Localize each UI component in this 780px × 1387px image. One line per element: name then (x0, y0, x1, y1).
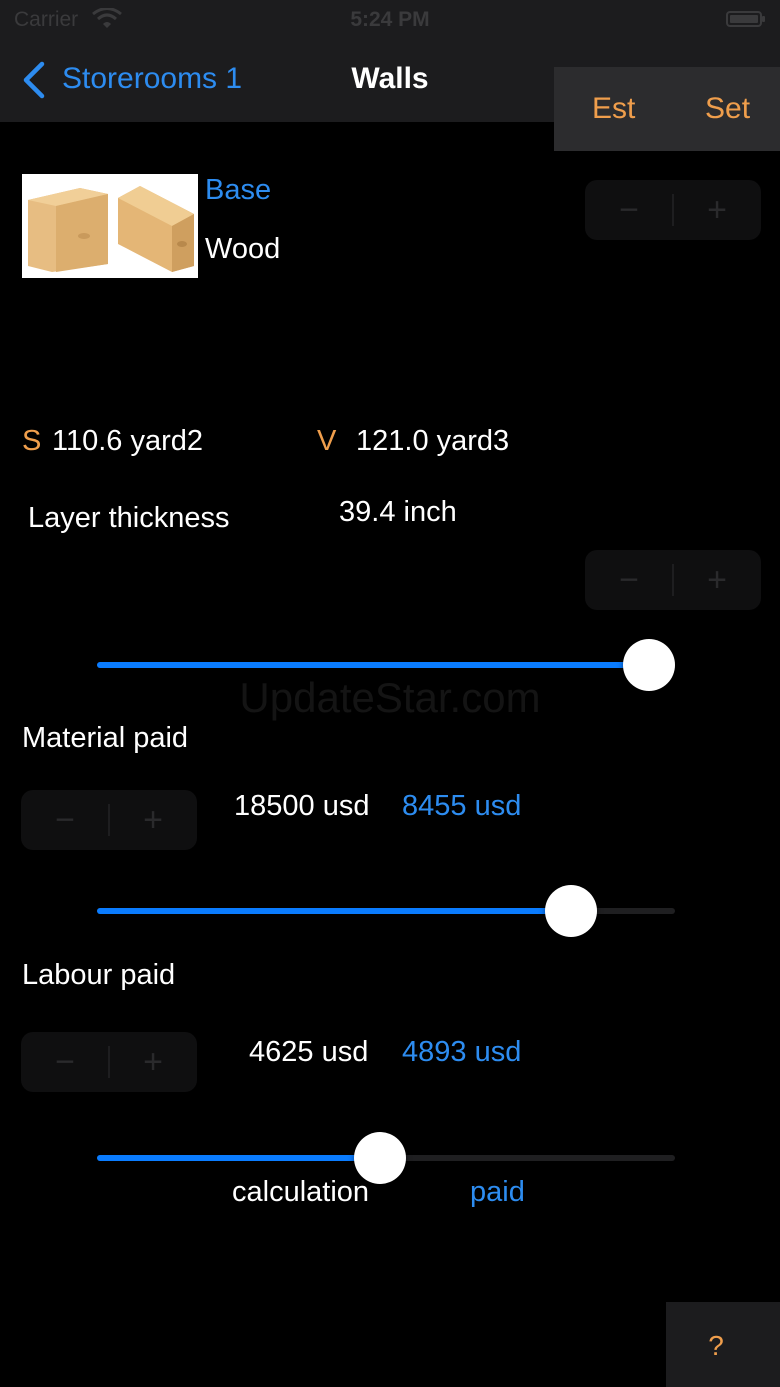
battery-icon (726, 11, 765, 27)
slider-fill (97, 662, 652, 668)
material-paid-slider[interactable] (97, 885, 675, 937)
slider-thumb[interactable] (544, 885, 597, 937)
plus-icon[interactable]: + (673, 180, 761, 240)
material-paid-stepper[interactable]: − + (21, 790, 197, 850)
material-name: Wood (205, 233, 281, 265)
labour-paid-value: 4893 usd (402, 1036, 522, 1068)
material-paid-label: Material paid (22, 722, 189, 754)
layer-thickness-value: 39.4 inch (339, 496, 457, 528)
help-button[interactable]: ? (666, 1330, 766, 1362)
material-cost-value: 18500 usd (234, 790, 370, 822)
minus-icon[interactable]: − (21, 790, 109, 850)
paid-legend: paid (470, 1176, 525, 1208)
layer-thickness-slider[interactable] (97, 639, 675, 691)
minus-icon[interactable]: − (585, 180, 673, 240)
area-value: 110.6 yard2 (52, 425, 204, 457)
slider-fill (97, 908, 571, 914)
plus-icon[interactable]: + (109, 1032, 197, 1092)
labour-cost-value: 4625 usd (249, 1036, 369, 1068)
layer-thickness-stepper[interactable]: − + (585, 550, 761, 610)
minus-icon[interactable]: − (585, 550, 673, 610)
set-button[interactable]: Set (705, 92, 750, 126)
labour-paid-stepper[interactable]: − + (21, 1032, 197, 1092)
minus-icon[interactable]: − (21, 1032, 109, 1092)
material-category-link[interactable]: Base (205, 174, 271, 207)
wood-beams-image (28, 186, 194, 272)
slider-fill (97, 1155, 381, 1161)
watermark: UpdateStar.com (239, 674, 541, 721)
area-letter: S (22, 425, 42, 457)
layer-thickness-label: Layer thickness (28, 502, 230, 534)
material-image[interactable] (22, 174, 198, 278)
material-paid-value: 8455 usd (402, 790, 522, 822)
material-stepper[interactable]: − + (585, 180, 761, 240)
plus-icon[interactable]: + (109, 790, 197, 850)
calculation-legend: calculation (232, 1176, 370, 1208)
volume-value: 121.0 yard3 (356, 425, 510, 457)
plus-icon[interactable]: + (673, 550, 761, 610)
est-button[interactable]: Est (592, 92, 635, 126)
volume-letter: V (317, 425, 337, 457)
status-time: 5:24 PM (350, 8, 430, 31)
labour-paid-slider[interactable] (97, 1132, 675, 1184)
labour-paid-label: Labour paid (22, 959, 176, 991)
